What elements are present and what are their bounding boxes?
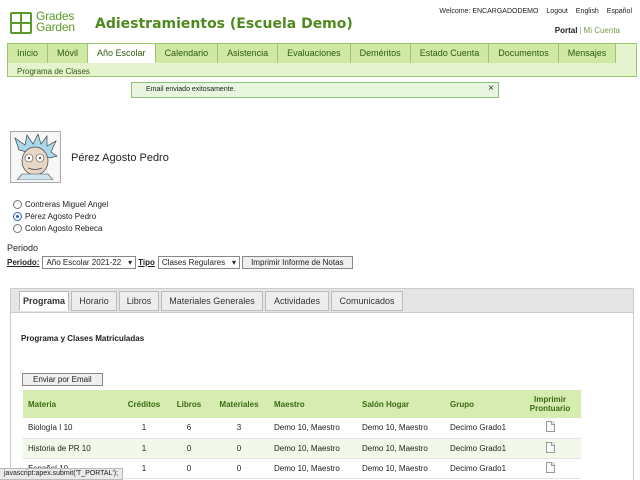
table-cell: 1 xyxy=(119,418,169,439)
document-icon[interactable] xyxy=(545,441,555,453)
table-cell: 3 xyxy=(209,418,269,439)
column-header[interactable]: Salón Hogar xyxy=(357,390,445,418)
top-links: Welcome: ENCARGADODEMO Logout English Es… xyxy=(433,8,632,15)
panel-tab[interactable]: Libros xyxy=(119,291,159,311)
panel-tab[interactable]: Materiales Generales xyxy=(161,291,263,311)
student-option[interactable]: Pérez Agosto Pedro xyxy=(13,210,108,222)
student-selector: Contreras Miguel Angel Pérez Agosto Pedro… xyxy=(13,198,108,234)
student-name: Pérez Agosto Pedro xyxy=(71,152,169,164)
portal-link[interactable]: Portal xyxy=(555,26,578,35)
column-header[interactable]: Materia xyxy=(23,390,119,418)
radio-button[interactable] xyxy=(13,211,22,221)
table-cell: 0 xyxy=(209,438,269,459)
print-syllabus-cell xyxy=(519,458,581,479)
tipo-select[interactable]: Clases Regulares xyxy=(157,256,241,269)
table-cell: 0 xyxy=(209,458,269,479)
print-syllabus-cell xyxy=(519,418,581,439)
periodo-heading: Periodo xyxy=(7,243,39,253)
logo-mark-icon xyxy=(10,12,32,34)
table-cell: 1 xyxy=(119,458,169,479)
document-icon[interactable] xyxy=(545,461,555,473)
table-cell: Decimo Grado1 xyxy=(445,438,519,459)
nav-tabs: Inicio Móvil Año Escolar Calendario Asistenc… xyxy=(8,44,617,63)
table-cell: Decimo Grado1 xyxy=(445,458,519,479)
table-cell: 6 xyxy=(169,418,209,439)
nav-tab[interactable]: Asistencia xyxy=(218,44,279,63)
periodo-controls: Periodo: Año Escolar 2021-22 Tipo Clases… xyxy=(7,256,353,269)
table-row: Historia de PR 10 1 0 0 Demo 10, Maestro Demo… xyxy=(23,438,581,459)
student-option-label: Colon Agosto Rebeca xyxy=(25,223,103,233)
table-cell: Demo 10, Maestro xyxy=(269,438,357,459)
success-alert: Email enviado exitosamente. × xyxy=(131,82,499,98)
table-cell: Demo 10, Maestro xyxy=(269,418,357,439)
student-avatar xyxy=(10,131,61,183)
periodo-select[interactable]: Año Escolar 2021-22 xyxy=(42,256,137,269)
nav-tab[interactable]: Inicio xyxy=(8,44,49,63)
table-row: Biología I 10 1 6 3 Demo 10, Maestro Demo 10,… xyxy=(23,418,581,439)
print-report-button[interactable]: Imprimir Informe de Notas xyxy=(242,256,353,269)
nav-tab[interactable]: Calendario xyxy=(155,44,219,63)
table-cell: Demo 10, Maestro xyxy=(357,438,445,459)
logo-text: Grades Garden xyxy=(36,9,75,34)
grades-garden-logo[interactable]: Grades Garden xyxy=(10,9,88,34)
classes-table: Materia Créditos Libros Materiales Maestro Sa… xyxy=(23,390,581,479)
periodo-label: Periodo: xyxy=(7,258,40,267)
table-cell: 1 xyxy=(119,438,169,459)
nav-tab[interactable]: Deméritos xyxy=(350,44,411,63)
panel-tab[interactable]: Programa xyxy=(19,291,69,311)
radio-button[interactable] xyxy=(13,223,22,233)
column-header[interactable]: Créditos xyxy=(119,390,169,418)
nav-tab[interactable]: Documentos xyxy=(489,44,559,63)
panel-tab[interactable]: Comunicados xyxy=(331,291,403,311)
tipo-label: Tipo xyxy=(138,258,155,267)
print-syllabus-cell xyxy=(519,438,581,459)
logout-link[interactable]: Logout xyxy=(546,8,567,15)
content-panel: Programa Horario Libros Materiales Generale… xyxy=(10,288,634,480)
avatar-image xyxy=(13,133,58,181)
nav-tab[interactable]: Móvil xyxy=(48,44,89,63)
panel-tab[interactable]: Horario xyxy=(71,291,117,311)
alert-message: Email enviado exitosamente. xyxy=(146,86,236,93)
nav-tab[interactable]: Evaluaciones xyxy=(278,44,351,63)
student-option-label: Contreras Miguel Angel xyxy=(25,199,109,209)
main-navbar: Inicio Móvil Año Escolar Calendario Asistenc… xyxy=(7,43,637,77)
table-cell: Historia de PR 10 xyxy=(23,438,119,459)
table-cell: Biología I 10 xyxy=(23,418,119,439)
welcome-text: Welcome: ENCARGADODEMO xyxy=(439,8,539,15)
browser-status-bar: javascript:apex.submit('T_PORTAL'); xyxy=(0,468,124,480)
panel-tabs: Programa Horario Libros Materiales Generale… xyxy=(11,289,633,313)
close-icon[interactable]: × xyxy=(488,82,494,96)
column-header[interactable]: Libros xyxy=(169,390,209,418)
table-cell: 0 xyxy=(169,438,209,459)
column-header[interactable]: Imprimir Prontuario xyxy=(519,390,581,418)
column-header[interactable]: Materiales xyxy=(209,390,269,418)
subnav-programa-de-clases[interactable]: Programa de Clases xyxy=(17,67,90,76)
radio-button[interactable] xyxy=(13,199,22,209)
table-header-row: Materia Créditos Libros Materiales Maestro Sa… xyxy=(23,390,581,418)
app-title: Adiestramientos (Escuela Demo) xyxy=(95,16,353,32)
column-header[interactable]: Maestro xyxy=(269,390,357,418)
nav-tab[interactable]: Año Escolar xyxy=(88,44,156,63)
student-option[interactable]: Colon Agosto Rebeca xyxy=(13,222,108,234)
send-email-button[interactable]: Enviar por Email xyxy=(22,373,103,386)
portal-links: Portal | Mi Cuenta xyxy=(555,26,620,35)
column-header[interactable]: Grupo xyxy=(445,390,519,418)
table-cell: Demo 10, Maestro xyxy=(269,458,357,479)
student-option[interactable]: Contreras Miguel Angel xyxy=(13,198,108,210)
table-cell: Demo 10, Maestro xyxy=(357,458,445,479)
mi-cuenta-link[interactable]: Mi Cuenta xyxy=(584,26,620,35)
document-icon[interactable] xyxy=(545,421,555,433)
section-title: Programa y Clases Matriculadas xyxy=(21,334,145,343)
table-cell: 0 xyxy=(169,458,209,479)
nav-tab[interactable]: Estado Cuenta xyxy=(410,44,490,63)
portal-separator: | xyxy=(579,26,582,35)
table-cell: Demo 10, Maestro xyxy=(357,418,445,439)
student-option-label: Pérez Agosto Pedro xyxy=(25,211,97,221)
english-link[interactable]: English xyxy=(576,8,599,15)
espanol-link[interactable]: Español xyxy=(607,8,632,15)
panel-tab[interactable]: Actividades xyxy=(265,291,329,311)
nav-tab[interactable]: Mensajes xyxy=(558,44,617,63)
table-cell: Decimo Grado1 xyxy=(445,418,519,439)
